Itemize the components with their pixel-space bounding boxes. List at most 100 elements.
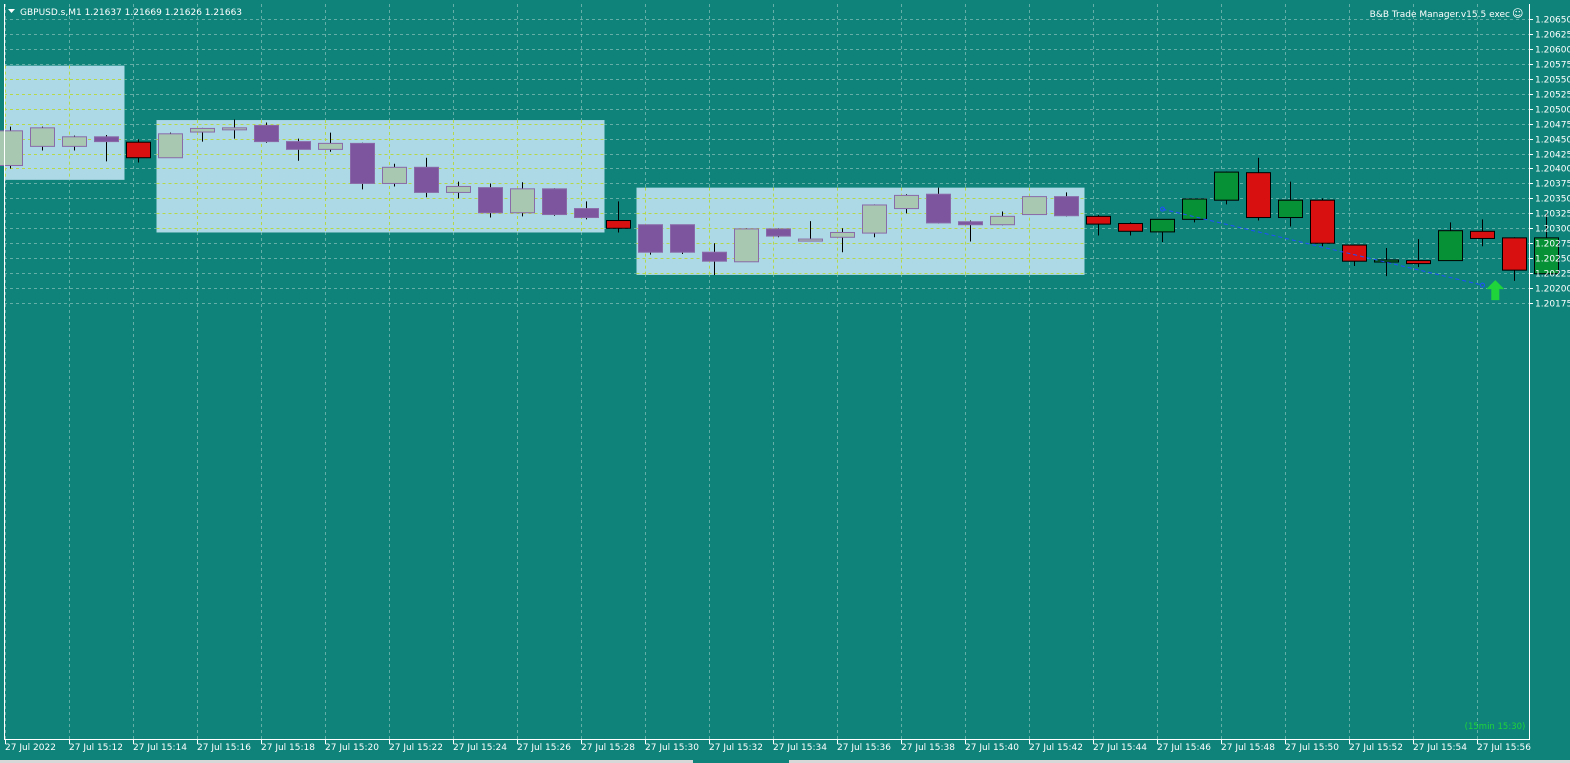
candle-body (1310, 199, 1335, 244)
candle-body (126, 141, 151, 159)
candle (670, 224, 695, 255)
candle-body (62, 136, 87, 147)
candle-body (606, 220, 631, 229)
candle (0, 126, 23, 169)
time-tick-label: 27 Jul 15:54 (1413, 743, 1467, 753)
chart-background (0, 0, 1570, 763)
time-tick-label: 27 Jul 15:34 (773, 743, 827, 753)
candle-body (1182, 198, 1207, 220)
candle-body (894, 194, 919, 210)
candle-body (254, 124, 279, 143)
candle-body (926, 193, 951, 224)
candle-body (670, 224, 695, 253)
time-tick-label: 27 Jul 15:32 (709, 743, 763, 753)
candle (766, 228, 791, 238)
candle-body (638, 224, 663, 253)
candle (862, 204, 887, 238)
candle (1182, 198, 1207, 223)
candle-body (766, 228, 791, 237)
candle-body (30, 127, 55, 147)
candle-body (0, 130, 23, 167)
candle-body (702, 251, 727, 262)
price-tick-label: 1.20425 (1535, 151, 1570, 161)
time-tick-label: 27 Jul 15:30 (645, 743, 699, 753)
candle (158, 132, 183, 159)
price-tick-label: 1.20300 (1535, 225, 1570, 235)
candle-body (1502, 237, 1527, 271)
candle-body (510, 188, 535, 214)
candle-body (1150, 218, 1175, 233)
price-tick-label: 1.20250 (1535, 255, 1570, 265)
time-tick-label: 27 Jul 15:56 (1477, 743, 1531, 753)
candle (542, 188, 567, 216)
candle (1022, 196, 1047, 216)
price-tick-label: 1.20500 (1535, 106, 1570, 116)
time-tick-label: 27 Jul 15:46 (1157, 743, 1211, 753)
candle-body (862, 204, 887, 234)
price-tick-label: 1.20225 (1535, 270, 1570, 280)
price-tick-label: 1.20200 (1535, 285, 1570, 295)
candle-body (1374, 259, 1399, 263)
candle-body (1342, 244, 1367, 262)
signal-label: (15min 15:30) (1465, 722, 1526, 732)
time-tick-label: 27 Jul 15:20 (325, 743, 379, 753)
price-tick-label: 1.20275 (1535, 240, 1570, 250)
price-tick-label: 1.20175 (1535, 300, 1570, 310)
candle-body (222, 127, 247, 131)
candle-body (1278, 199, 1303, 219)
candle-body (1054, 196, 1079, 217)
price-tick-label: 1.20600 (1535, 46, 1570, 56)
candle-body (574, 208, 599, 219)
time-tick-label: 27 Jul 15:26 (517, 743, 571, 753)
time-tick-label: 27 Jul 15:24 (453, 743, 507, 753)
time-tick-label: 27 Jul 15:28 (581, 743, 635, 753)
time-tick-label: 27 Jul 15:14 (133, 743, 187, 753)
candle (350, 142, 375, 190)
zone-rect (636, 187, 1085, 275)
candle-body (414, 166, 439, 193)
price-tick-label: 1.20350 (1535, 195, 1570, 205)
candle-body (478, 187, 503, 214)
candle-body (190, 127, 215, 133)
time-tick-label: 27 Jul 15:12 (69, 743, 123, 753)
price-tick-label: 1.20575 (1535, 61, 1570, 71)
price-tick-label: 1.20550 (1535, 76, 1570, 86)
price-tick-label: 1.20375 (1535, 180, 1570, 190)
symbol-header[interactable]: GBPUSD.s,M1 1.21637 1.21669 1.21626 1.21… (8, 8, 242, 18)
time-tick-label: 27 Jul 15:48 (1221, 743, 1275, 753)
price-tick-label: 1.20325 (1535, 210, 1570, 220)
smiley-icon: ☺ (1512, 7, 1523, 20)
candle-body (1118, 223, 1143, 232)
candle-body (542, 188, 567, 216)
time-tick-label: 27 Jul 15:52 (1349, 743, 1403, 753)
time-tick-label: 27 Jul 15:36 (837, 743, 891, 753)
time-tick-label: 27 Jul 15:44 (1093, 743, 1147, 753)
price-tick-label: 1.20450 (1535, 136, 1570, 146)
zone-rect (156, 120, 605, 233)
candle-body (734, 228, 759, 263)
candle-body (990, 215, 1015, 226)
candle-body (958, 221, 983, 226)
time-tick-label: 27 Jul 15:38 (901, 743, 955, 753)
ea-label: B&B Trade Manager.v15.5 exec (1370, 10, 1510, 20)
candle-body (382, 166, 407, 184)
price-tick-label: 1.20625 (1535, 31, 1570, 41)
price-chart[interactable]: 1.20650 1.20625 1.20600 1.20575 1.20550 1.205… (0, 0, 1570, 763)
candle-body (830, 231, 855, 238)
price-tick-label: 1.20525 (1535, 91, 1570, 101)
candle-body (1086, 215, 1111, 225)
candle-body (286, 141, 311, 150)
candle-body (446, 185, 471, 193)
time-tick-label: 27 Jul 2022 (5, 743, 56, 753)
candle (478, 183, 503, 218)
price-tick-label: 1.20400 (1535, 165, 1570, 175)
time-tick-label: 27 Jul 15:18 (261, 743, 315, 753)
candle (1310, 198, 1335, 247)
candle-body (1438, 230, 1463, 262)
candle-body (1470, 230, 1495, 239)
candle-body (1406, 260, 1431, 265)
candle-body (798, 238, 823, 242)
candle-body (1214, 171, 1239, 201)
time-tick-label: 27 Jul 15:22 (389, 743, 443, 753)
candle-body (350, 142, 375, 184)
